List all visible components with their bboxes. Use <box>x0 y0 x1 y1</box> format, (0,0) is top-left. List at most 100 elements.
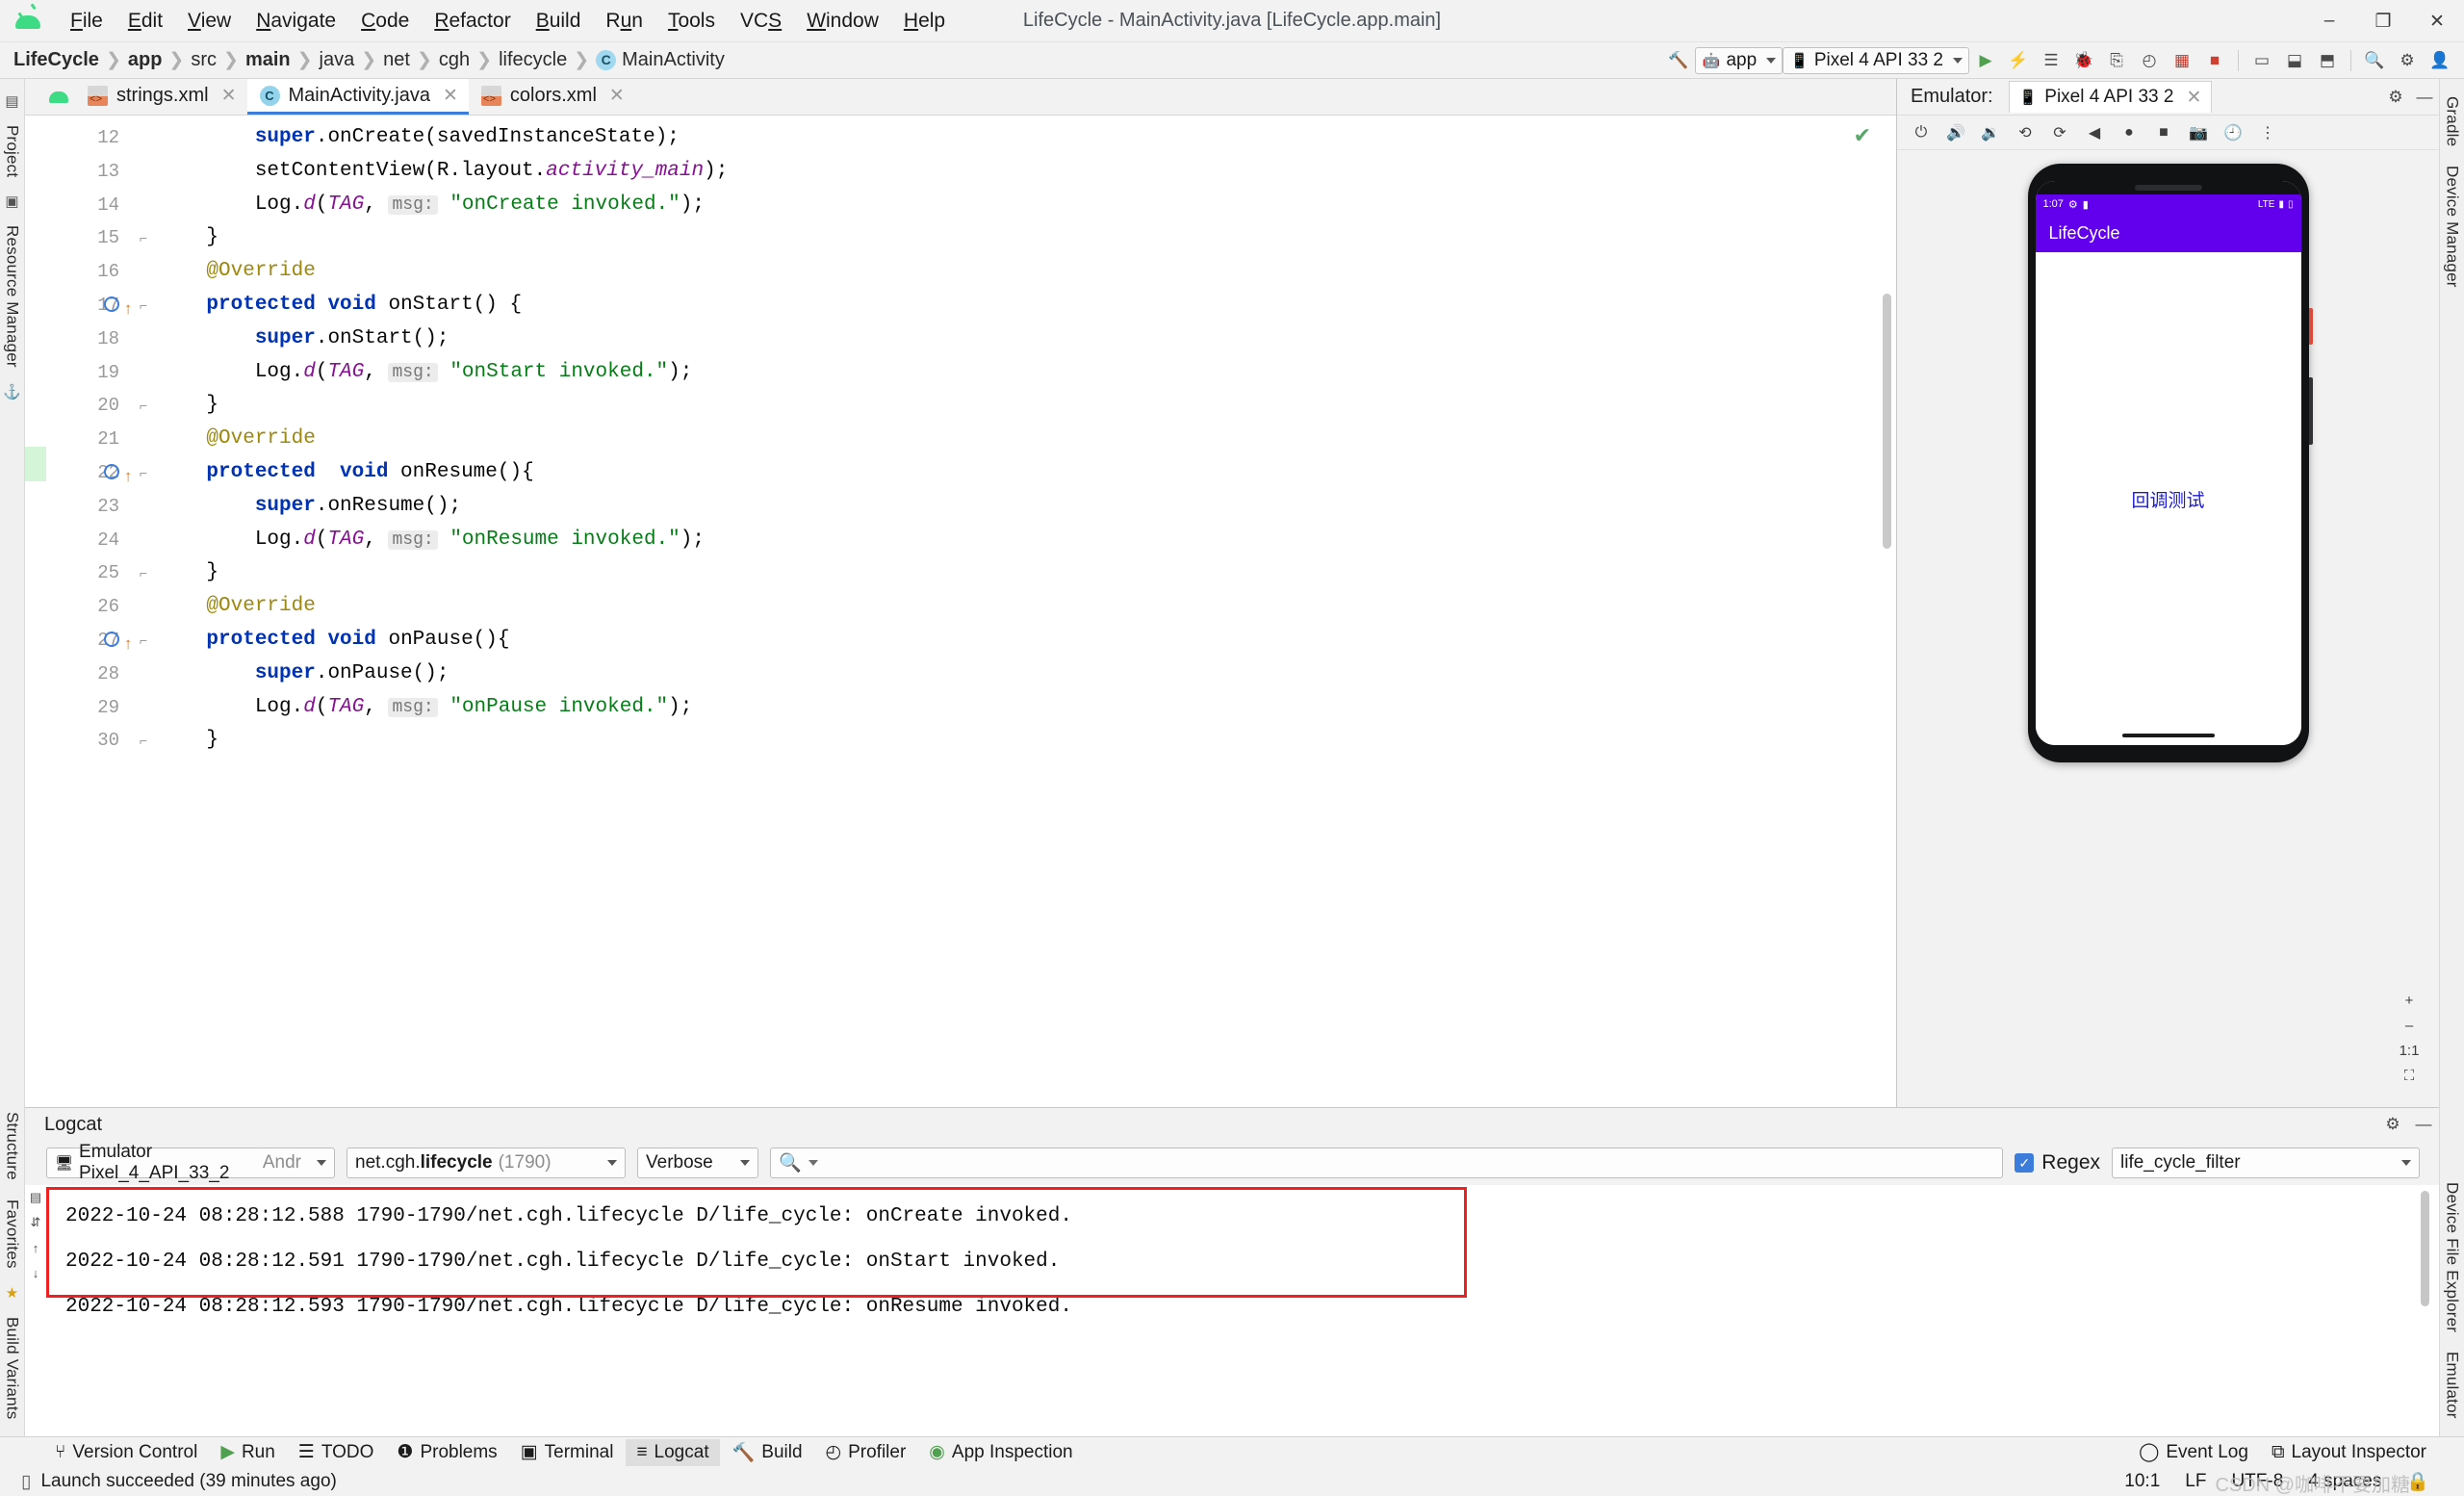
fold-marker[interactable]: ⌐ <box>129 289 158 322</box>
hammer-icon[interactable]: 🔨 <box>1662 46 1695 75</box>
fold-marker[interactable]: ⌐ <box>129 624 158 658</box>
fold-marker[interactable] <box>129 255 158 289</box>
menu-item-vcs[interactable]: VCS <box>728 6 794 37</box>
up-icon[interactable]: ↑ <box>25 1235 46 1260</box>
fold-marker[interactable]: ⌐ <box>129 556 158 590</box>
more-icon[interactable]: ⋮ <box>2251 118 2284 147</box>
resource-icon[interactable]: ▣ <box>5 193 18 210</box>
minimize-icon[interactable]: — <box>2410 83 2439 112</box>
sdk-manager-icon[interactable]: ⬓ <box>2278 46 2311 75</box>
menu-item-tools[interactable]: Tools <box>655 6 728 37</box>
fold-marker[interactable] <box>129 322 158 356</box>
zoom-actual-button[interactable]: 1:1 <box>2397 1038 2422 1063</box>
fold-marker[interactable] <box>129 155 158 189</box>
rotate-right-icon[interactable]: ⟳ <box>2043 118 2076 147</box>
overview-icon[interactable]: ■ <box>2147 118 2180 147</box>
stop-icon[interactable]: ■ <box>2198 46 2231 75</box>
tool-window-run[interactable]: ▶ Run <box>210 1438 285 1466</box>
logcat-search-input[interactable]: 🔍 <box>770 1148 2004 1178</box>
run-icon[interactable]: ▶ <box>1969 46 2002 75</box>
sidebar-item-project[interactable]: Project <box>3 116 22 187</box>
close-icon[interactable]: ✕ <box>2186 87 2201 109</box>
close-icon[interactable]: ✕ <box>443 85 458 107</box>
fold-marker[interactable] <box>129 691 158 725</box>
volume-down-icon[interactable]: 🔉 <box>1974 118 2007 147</box>
sidebar-item-device-manager[interactable]: Device Manager <box>2443 156 2462 297</box>
minimize-button[interactable]: – <box>2302 0 2356 42</box>
tab-mainactivity-java[interactable]: C MainActivity.java ✕ <box>246 79 469 115</box>
sidebar-item-gradle[interactable]: Gradle <box>2443 87 2462 156</box>
star-icon[interactable]: ★ <box>6 1284 18 1302</box>
breadcrumb-lifecycle[interactable]: LifeCycle <box>13 49 99 71</box>
project-structure-icon[interactable]: ▤ <box>5 92 18 110</box>
menu-item-edit[interactable]: Edit <box>116 6 175 37</box>
tab-strings-xml[interactable]: strings.xml ✕ <box>75 79 247 115</box>
menu-item-run[interactable]: Run <box>593 6 655 37</box>
emulator-device-tab[interactable]: 📱 Pixel 4 API 33 2 ✕ <box>2008 81 2213 113</box>
clear-logcat-icon[interactable]: ▤ <box>25 1185 46 1210</box>
close-icon[interactable]: ✕ <box>221 85 237 107</box>
logcat-output[interactable]: ▤ ⇵ ↑ ↓ 2022-10-24 08:28:12.588 1790-179… <box>25 1185 2439 1436</box>
menu-item-build[interactable]: Build <box>524 6 594 37</box>
fold-marker[interactable] <box>129 423 158 456</box>
breadcrumb-mainactivity[interactable]: MainActivity <box>622 49 725 71</box>
tool-window-app-inspection[interactable]: ◉ App Inspection <box>918 1438 1083 1466</box>
maximize-button[interactable]: ❐ <box>2356 0 2410 42</box>
run-config-selector[interactable]: 🤖 app <box>1694 46 1784 74</box>
apply-changes-icon[interactable]: ⚡ <box>2002 46 2035 75</box>
emulator-screen[interactable]: 1:07 ⚙ ▮ LTE ▮ ▯ LifeCycle 回调测试 <box>2035 181 2301 745</box>
sidebar-item-build-variants[interactable]: Build Variants <box>3 1307 22 1429</box>
fold-marker[interactable] <box>129 490 158 524</box>
code-folding-column[interactable]: ⌐ ⌐ ⌐ ⌐ ⌐ ⌐ ⌐ <box>129 116 158 1107</box>
sidebar-item-emulator[interactable]: Emulator <box>2443 1342 2462 1429</box>
close-icon[interactable]: ✕ <box>609 85 625 107</box>
fold-marker[interactable] <box>129 590 158 624</box>
device-selector[interactable]: 📱 Pixel 4 API 33 2 <box>1783 46 1969 74</box>
breadcrumb-src[interactable]: src <box>191 49 217 71</box>
menu-item-view[interactable]: View <box>175 6 244 37</box>
fold-marker[interactable] <box>129 189 158 222</box>
apply-code-changes-icon[interactable]: ☰ <box>2035 46 2067 75</box>
gear-icon[interactable]: ⚙ <box>2381 83 2410 112</box>
down-icon[interactable]: ↓ <box>25 1260 46 1285</box>
minimize-icon[interactable]: — <box>2408 1110 2439 1139</box>
breadcrumb-app[interactable]: app <box>128 49 163 71</box>
fold-marker[interactable]: ⌐ <box>129 221 158 255</box>
sidebar-item-favorites[interactable]: Favorites <box>3 1190 22 1278</box>
volume-up-icon[interactable]: 🔊 <box>1939 118 1972 147</box>
breadcrumb-net[interactable]: net <box>383 49 410 71</box>
screenshot-icon[interactable]: 📷 <box>2182 118 2215 147</box>
menu-item-file[interactable]: FFileile <box>58 6 116 37</box>
tool-window-problems[interactable]: ❶ Problems <box>386 1438 507 1466</box>
logcat-regex-toggle[interactable]: ✓ Regex <box>2015 1151 2100 1174</box>
device-content[interactable]: 回调测试 <box>2035 252 2301 745</box>
tool-window-terminal[interactable]: ▣ Terminal <box>510 1438 625 1466</box>
line-separator[interactable]: LF <box>2185 1471 2206 1492</box>
menu-item-navigate[interactable]: Navigate <box>244 6 348 37</box>
tool-window-profiler[interactable]: ◴ Profiler <box>815 1438 917 1466</box>
sidebar-item-device-file-explorer[interactable]: Device File Explorer <box>2443 1173 2462 1342</box>
fold-marker[interactable]: ⌐ <box>129 724 158 758</box>
tool-window-event-log[interactable]: ◯ Event Log <box>2128 1438 2259 1466</box>
tool-window-build[interactable]: 🔨 Build <box>722 1438 813 1467</box>
zoom-out-button[interactable]: – <box>2397 1013 2422 1038</box>
logcat-saved-filter-selector[interactable]: life_cycle_filter <box>2112 1148 2420 1178</box>
fold-marker[interactable] <box>129 121 158 155</box>
run-gutter-icon[interactable] <box>104 296 119 312</box>
menu-item-refactor[interactable]: Refactor <box>422 6 523 37</box>
tool-window-layout-inspector[interactable]: ⧉ Layout Inspector <box>2261 1439 2437 1466</box>
run-gutter-icon[interactable] <box>104 631 119 647</box>
zoom-fit-button[interactable]: ⛶ <box>2397 1063 2422 1088</box>
fold-marker[interactable] <box>129 658 158 691</box>
logcat-level-selector[interactable]: Verbose <box>637 1148 758 1178</box>
fold-marker[interactable] <box>129 524 158 557</box>
fold-marker[interactable] <box>129 356 158 390</box>
logcat-device-selector[interactable]: 🖥 Emulator Pixel_4_API_33_2 Andr <box>46 1142 335 1183</box>
menu-item-window[interactable]: Window <box>794 6 891 37</box>
scroll-end-icon[interactable]: ⇵ <box>25 1210 46 1235</box>
power-icon[interactable]: ⏻ <box>1905 118 1938 147</box>
zoom-in-button[interactable]: + <box>2397 988 2422 1013</box>
logcat-process-selector[interactable]: net.cgh. lifecycle (1790) <box>346 1148 626 1178</box>
debug-icon[interactable]: 🐞 <box>2067 46 2100 75</box>
run-gutter-icon[interactable] <box>104 463 119 479</box>
